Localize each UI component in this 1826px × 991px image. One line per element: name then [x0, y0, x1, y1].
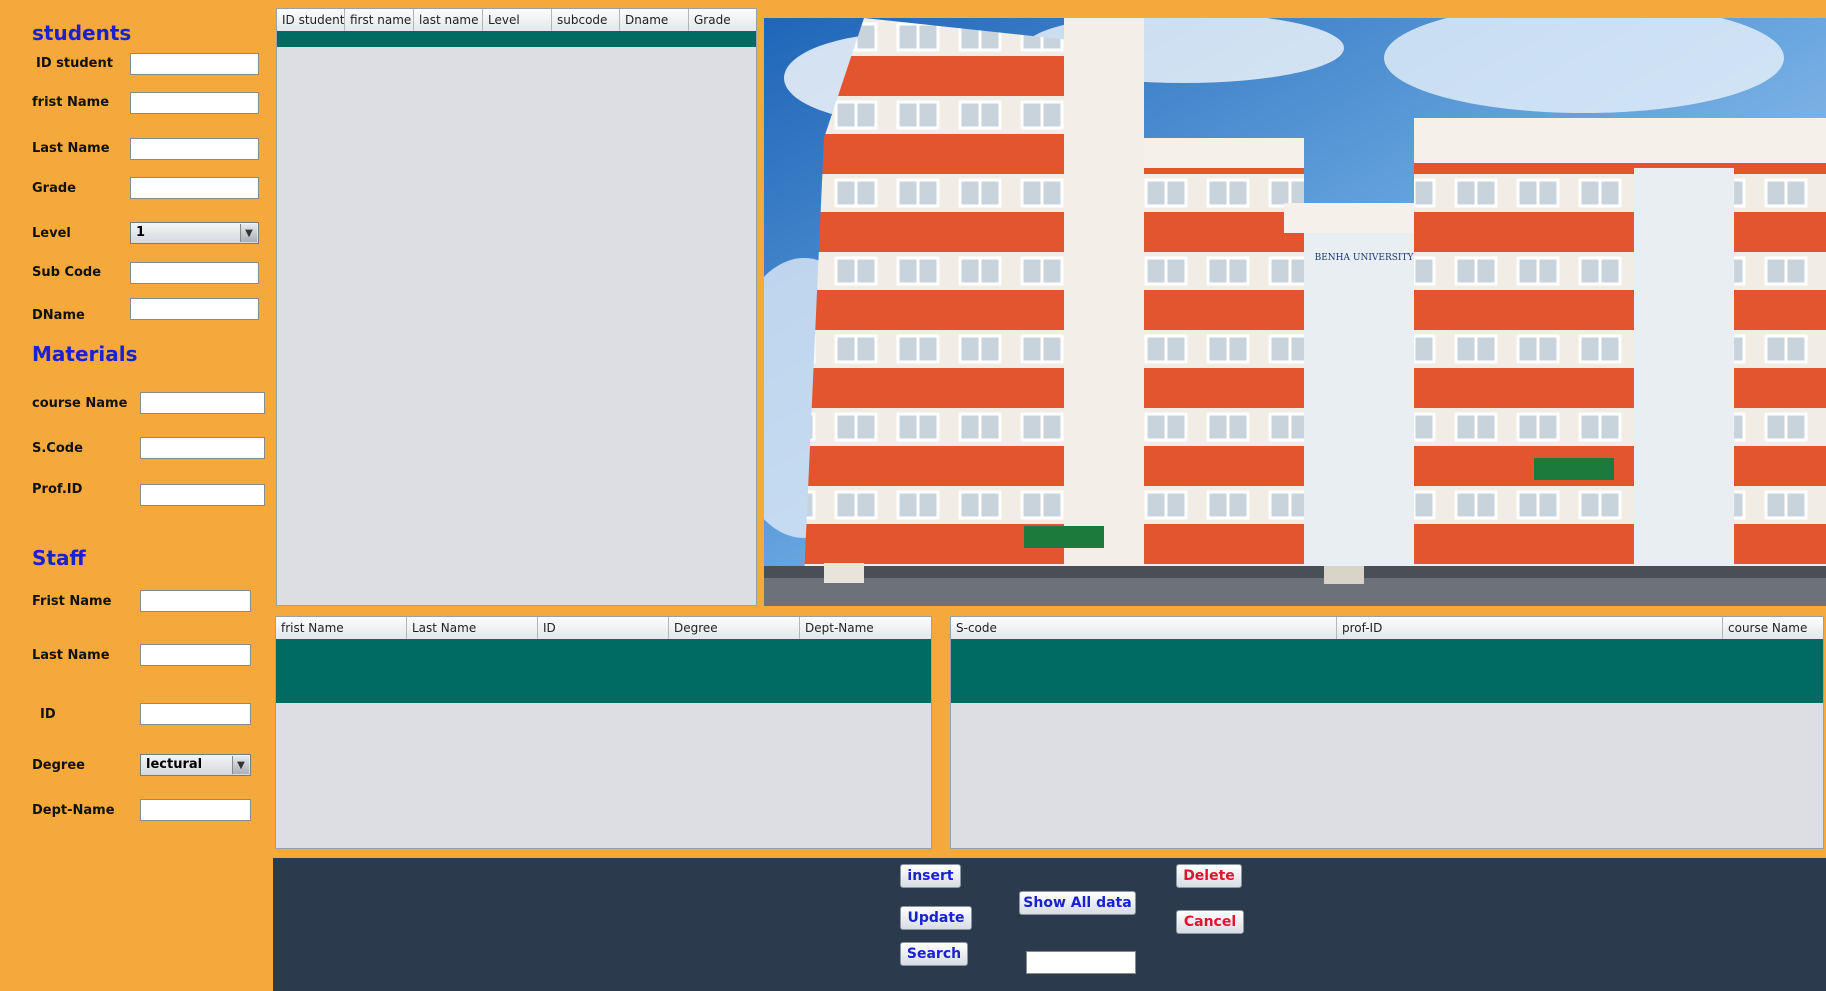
column-header[interactable]: Dept-Name	[800, 617, 931, 639]
insert-button[interactable]: insert	[900, 864, 961, 888]
column-header[interactable]: subcode	[552, 9, 620, 31]
course-name-input[interactable]	[140, 392, 265, 414]
cancel-button[interactable]: Cancel	[1176, 910, 1244, 934]
grade-label: Grade	[32, 181, 76, 196]
column-header[interactable]: Degree	[669, 617, 800, 639]
s-code-label: S.Code	[32, 441, 83, 456]
building-sign-text: BENHA UNIVERSITY	[1315, 253, 1415, 263]
s-code-input[interactable]	[140, 437, 265, 459]
column-header[interactable]: ID student	[277, 9, 345, 31]
dname-label: DName	[32, 308, 85, 323]
chevron-down-icon[interactable]: ▼	[232, 756, 249, 774]
staff-last-name-label: Last Name	[32, 648, 110, 663]
column-header[interactable]: frist Name	[276, 617, 407, 639]
staff-first-name-input[interactable]	[140, 590, 251, 612]
id-student-input[interactable]	[130, 53, 259, 75]
staff-table[interactable]: frist Name Last Name ID Degree Dept-Name	[275, 616, 932, 849]
prof-id-label: Prof.ID	[32, 482, 83, 497]
level-label: Level	[32, 226, 71, 241]
materials-section-title: Materials	[32, 342, 138, 366]
column-header[interactable]: Level	[483, 9, 552, 31]
level-select[interactable]: 1 ▼	[130, 222, 259, 244]
table-row[interactable]	[277, 31, 756, 47]
staff-first-name-label: Frist Name	[32, 594, 112, 609]
sub-code-label: Sub Code	[32, 265, 102, 280]
column-header[interactable]: last name	[414, 9, 483, 31]
degree-label: Degree	[32, 758, 85, 773]
level-select-value: 1	[136, 225, 146, 240]
materials-table-header: S-code prof-ID course Name	[951, 617, 1823, 640]
chevron-down-icon[interactable]: ▼	[240, 224, 257, 242]
left-form-panel: students ID student frist Name Last Name…	[6, 0, 274, 991]
staff-table-header: frist Name Last Name ID Degree Dept-Name	[276, 617, 931, 640]
column-header[interactable]: prof-ID	[1337, 617, 1723, 639]
last-name-input[interactable]	[130, 138, 259, 160]
first-name-label: frist Name	[32, 95, 110, 110]
students-table-header: ID student first name last name Level su…	[277, 9, 756, 32]
first-name-input[interactable]	[130, 92, 259, 114]
delete-button[interactable]: Delete	[1176, 864, 1242, 888]
last-name-label: Last Name	[32, 141, 110, 156]
id-student-label: ID student	[36, 56, 113, 71]
action-bar: insert Update Search Show All data Delet…	[273, 858, 1826, 991]
column-header[interactable]: course Name	[1723, 617, 1823, 639]
grade-input[interactable]	[130, 177, 259, 199]
search-input[interactable]	[1026, 951, 1136, 974]
column-header[interactable]: Dname	[620, 9, 689, 31]
students-table[interactable]: ID student first name last name Level su…	[276, 8, 757, 606]
dept-name-input[interactable]	[140, 799, 251, 821]
staff-section-title: Staff	[32, 546, 86, 570]
staff-last-name-input[interactable]	[140, 644, 251, 666]
prof-id-input[interactable]	[140, 484, 265, 506]
column-header[interactable]: Last Name	[407, 617, 538, 639]
materials-table[interactable]: S-code prof-ID course Name	[950, 616, 1824, 849]
search-button[interactable]: Search	[900, 942, 968, 966]
sub-code-input[interactable]	[130, 262, 259, 284]
column-header[interactable]: ID	[538, 617, 669, 639]
dept-name-label: Dept-Name	[32, 803, 115, 818]
column-header[interactable]: S-code	[951, 617, 1337, 639]
column-header[interactable]: Grade	[689, 9, 756, 31]
staff-id-input[interactable]	[140, 703, 251, 725]
university-building-image: BENHA UNIVERSITY	[764, 18, 1826, 606]
degree-select[interactable]: lectural ▼	[140, 754, 251, 776]
degree-select-value: lectural	[146, 757, 203, 772]
column-header[interactable]: first name	[345, 9, 414, 31]
students-section-title: students	[32, 21, 132, 45]
staff-id-label: ID	[40, 707, 56, 722]
dname-input[interactable]	[130, 298, 259, 320]
course-name-label: course Name	[32, 396, 128, 411]
show-all-data-button[interactable]: Show All data	[1019, 891, 1136, 915]
table-row[interactable]	[951, 639, 1823, 703]
update-button[interactable]: Update	[900, 906, 972, 930]
table-row[interactable]	[276, 639, 931, 703]
